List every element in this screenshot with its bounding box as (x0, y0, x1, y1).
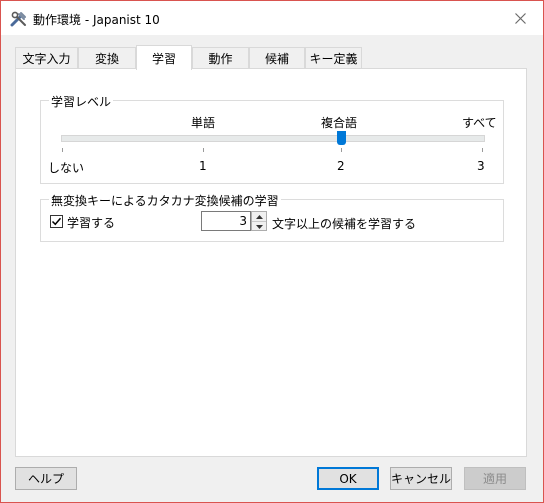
close-button[interactable] (497, 1, 543, 35)
learn-checkbox[interactable] (50, 215, 63, 228)
katakana-learning-group: 無変換キーによるカタカナ変換候補の学習 学習する 3 文字以上の候補を学習する (40, 192, 504, 242)
katakana-learning-title: 無変換キーによるカタカナ変換候補の学習 (49, 192, 281, 209)
dialog-window: 動作環境 - Japanist 10 文字入力 変換 学習 動作 候補 キー定義… (0, 0, 544, 503)
level-label-1: 1 (199, 159, 207, 173)
level-name-compound: 複合語 (321, 116, 358, 130)
slider-tick (203, 148, 204, 152)
min-length-spinner (251, 211, 267, 231)
help-button[interactable]: ヘルプ (15, 467, 77, 490)
close-icon (514, 12, 526, 24)
tab-text-input[interactable]: 文字入力 (15, 47, 78, 69)
level-label-3: 3 (477, 159, 485, 173)
level-label-none: しない (48, 161, 85, 175)
level-name-word: 単語 (191, 116, 216, 130)
spin-up-button[interactable] (252, 212, 266, 221)
learning-level-group: 学習レベル 単語 複合語 すべて しない 1 2 3 (40, 93, 504, 184)
tab-learning[interactable]: 学習 (136, 45, 192, 70)
spin-down-button[interactable] (252, 221, 266, 231)
learning-level-slider-thumb[interactable] (337, 131, 346, 145)
tab-key-definition[interactable]: キー定義 (305, 47, 362, 69)
learn-checkbox-label[interactable]: 学習する (67, 214, 115, 231)
check-icon (51, 217, 62, 226)
slider-tick (62, 148, 63, 152)
slider-tick (482, 148, 483, 152)
arrow-up-icon (255, 214, 263, 219)
level-name-all: すべて (462, 116, 497, 130)
arrow-down-icon (255, 224, 263, 229)
tab-candidates[interactable]: 候補 (249, 47, 305, 69)
slider-tick (341, 148, 342, 152)
title-bar: 動作環境 - Japanist 10 (1, 1, 543, 35)
ok-button[interactable]: OK (317, 467, 379, 490)
min-length-input[interactable]: 3 (201, 211, 251, 231)
tools-icon (10, 11, 26, 27)
learning-level-title: 学習レベル (49, 93, 114, 110)
window-title: 動作環境 - Japanist 10 (33, 13, 160, 27)
apply-button[interactable]: 適用 (464, 467, 526, 490)
level-label-2: 2 (337, 159, 345, 173)
min-length-suffix: 文字以上の候補を学習する (272, 217, 417, 231)
learning-level-slider-track[interactable] (61, 135, 485, 142)
cancel-button[interactable]: キャンセル (390, 467, 452, 490)
learning-tab-panel: 学習レベル 単語 複合語 すべて しない 1 2 3 無変換キーによるカタカナ変… (15, 68, 527, 457)
tab-behavior[interactable]: 動作 (192, 47, 249, 69)
tab-conversion[interactable]: 変換 (78, 47, 136, 69)
